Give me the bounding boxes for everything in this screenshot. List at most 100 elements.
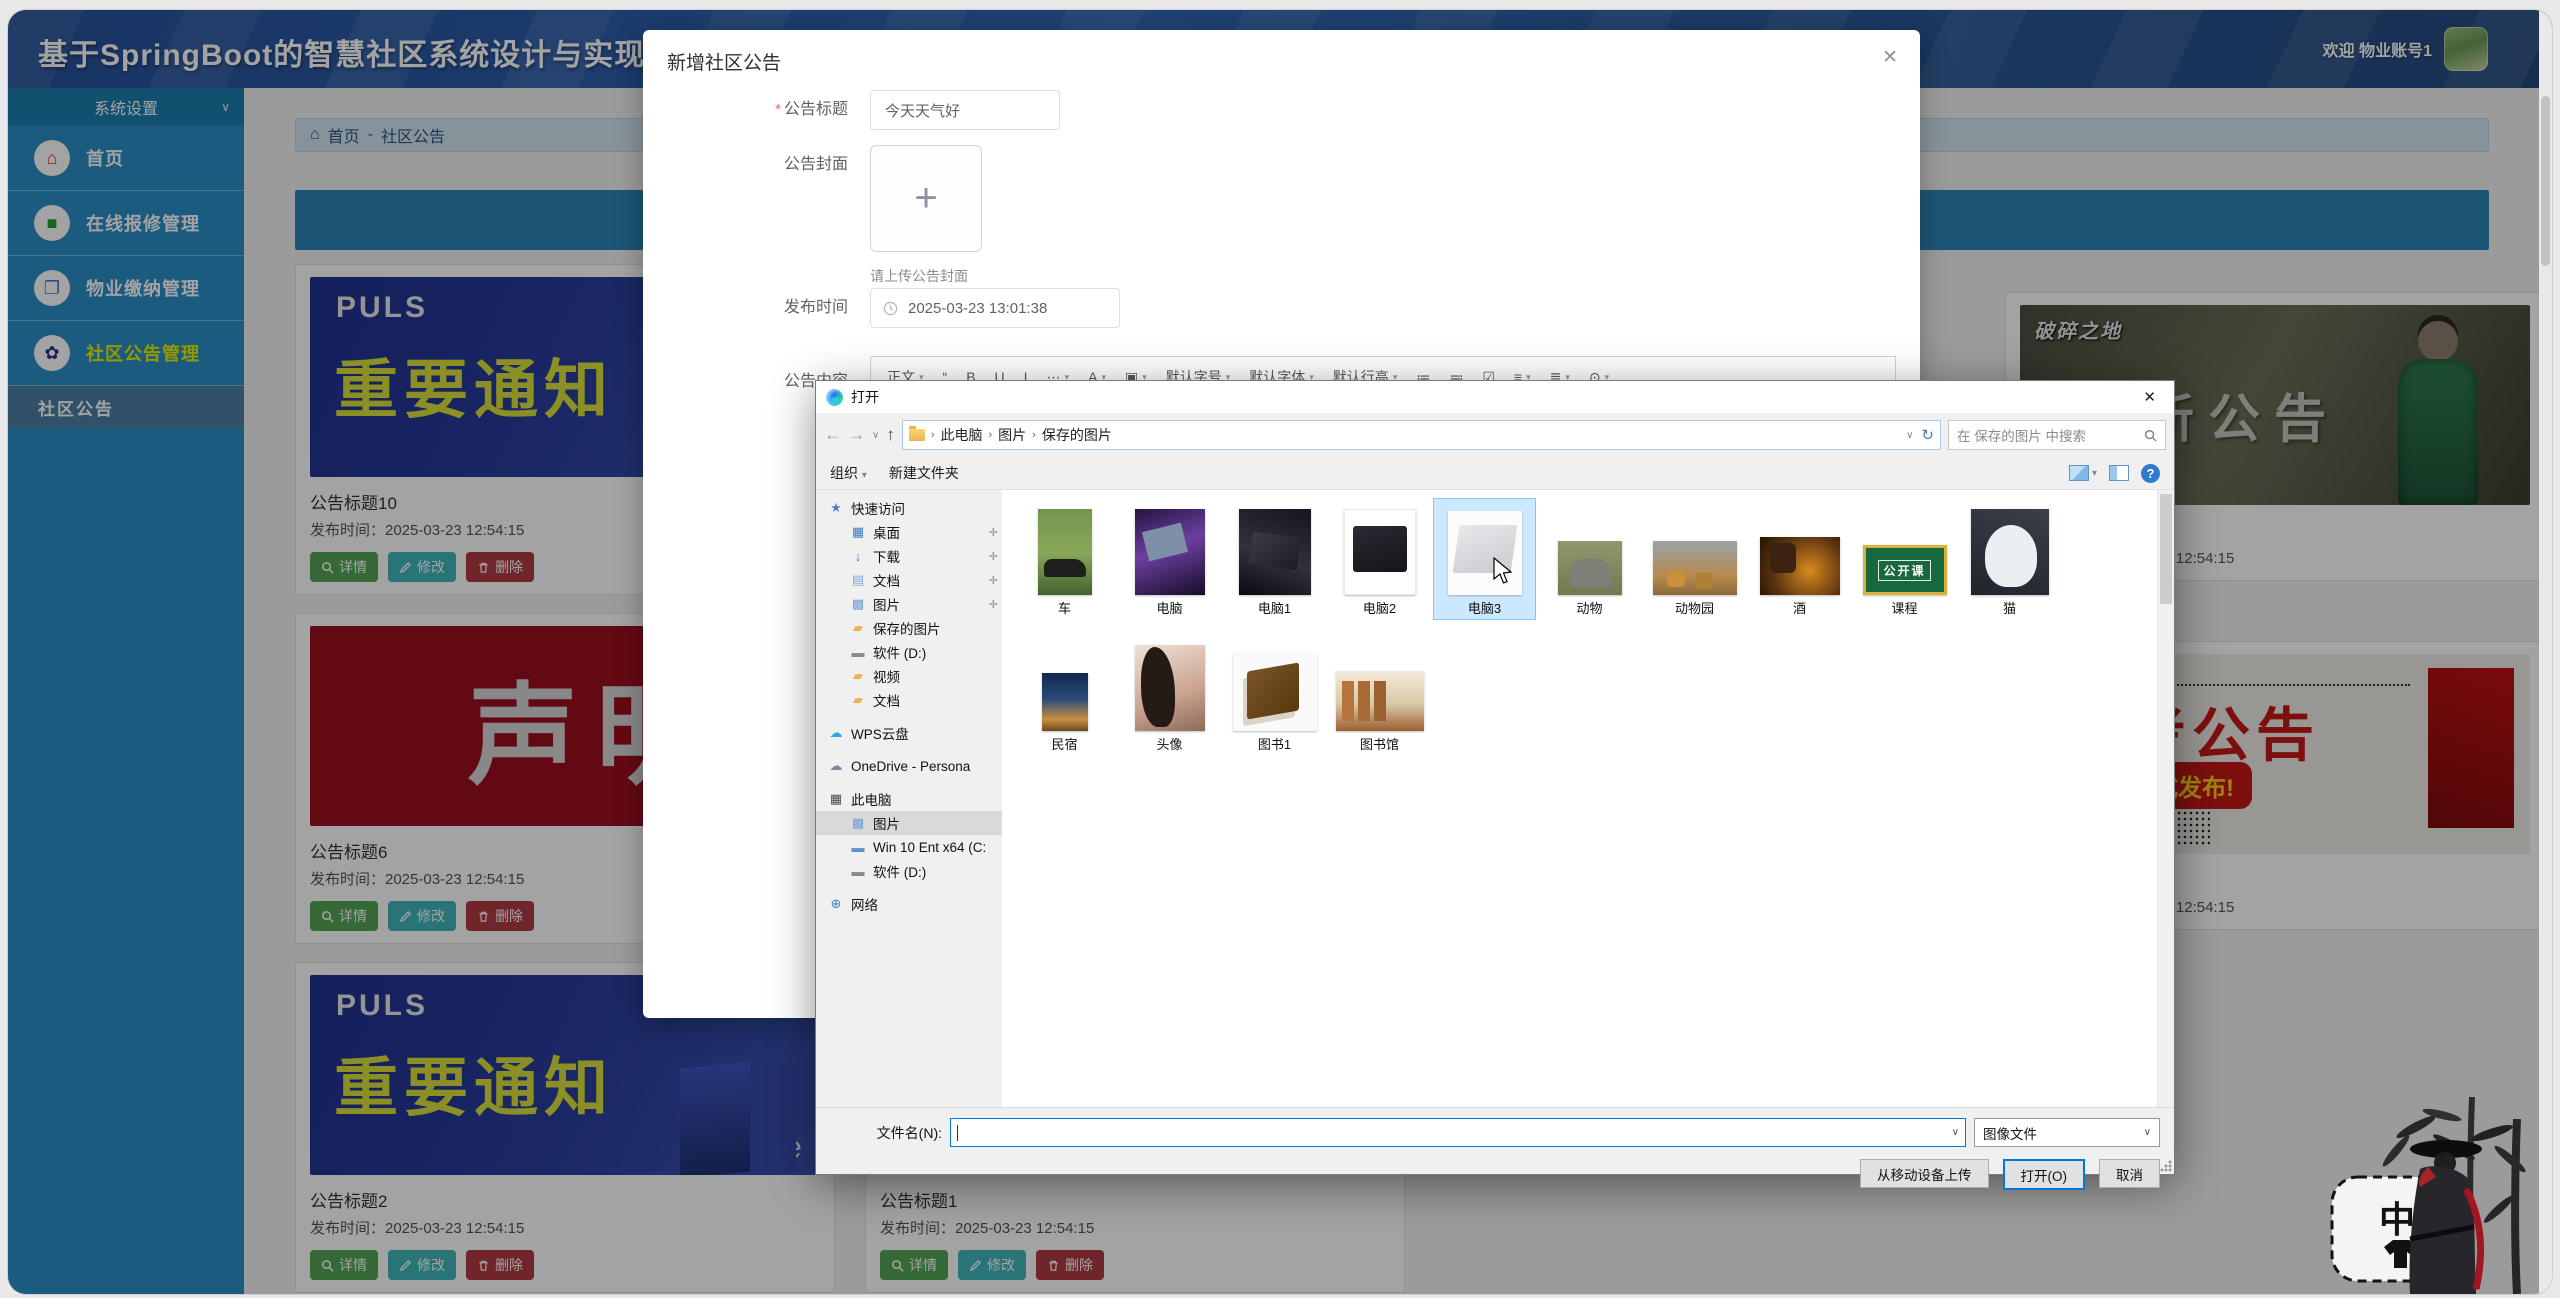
cloud-onedrive-icon: ☁ <box>828 758 844 774</box>
text-caret <box>957 1125 958 1141</box>
file-item[interactable]: 民宿 <box>1013 634 1116 756</box>
dialog-sidebar-item-desktop[interactable]: ▦ 桌面 ✛ <box>816 520 1002 544</box>
pin-icon: ✛ <box>989 574 998 587</box>
dialog-sidebar-item-pictures[interactable]: ▩ 图片 <box>816 811 1002 835</box>
dialog-sidebar-item-network[interactable]: ⊕ 网络 <box>816 892 1002 916</box>
file-thumbnail <box>1135 645 1205 731</box>
filename-label: 文件名(N): <box>830 1123 942 1143</box>
cancel-button[interactable]: 取消 <box>2099 1159 2160 1188</box>
file-item[interactable]: 酒 <box>1748 498 1851 620</box>
close-icon[interactable]: ✕ <box>1882 46 1898 69</box>
file-item[interactable]: 图书1 <box>1223 634 1326 756</box>
dialog-sidebar-item-drive[interactable]: ▬ 软件 (D:) <box>816 640 1002 664</box>
resize-grip[interactable] <box>2160 1160 2172 1172</box>
dialog-sidebar-item-star[interactable]: ★ 快速访问 <box>816 496 1002 520</box>
drive-windows-icon: ▬ <box>850 840 866 855</box>
cover-upload-hint: 请上传公告封面 <box>870 266 982 286</box>
thumbnails-view-icon <box>2069 465 2089 481</box>
dialog-sidebar-item-computer[interactable]: ▦ 此电脑 <box>816 787 1002 811</box>
file-name: 电脑1 <box>1256 595 1293 619</box>
file-item[interactable]: 电脑2 <box>1328 498 1431 620</box>
view-mode-button[interactable]: ▾ <box>2069 465 2097 481</box>
desktop-icon: ▦ <box>850 524 866 540</box>
upload-from-device-button[interactable]: 从移动设备上传 <box>1860 1159 1989 1188</box>
browser-icon <box>826 389 843 406</box>
file-item[interactable]: 头像 <box>1118 634 1221 756</box>
address-caret-icon[interactable]: ∨ <box>1906 430 1913 441</box>
file-item[interactable]: 电脑 <box>1118 498 1221 620</box>
back-icon[interactable]: ← <box>824 425 841 445</box>
file-name: 车 <box>1056 595 1073 619</box>
dialog-sidebar-item-folder[interactable]: ▰ 视频 <box>816 664 1002 688</box>
path-segment[interactable]: 此电脑 <box>941 425 983 445</box>
open-button[interactable]: 打开(O) <box>2003 1159 2086 1190</box>
file-item[interactable]: 图书馆 <box>1328 634 1431 756</box>
file-item[interactable]: 电脑1 <box>1223 498 1326 620</box>
file-name: 头像 <box>1154 731 1184 755</box>
path-segment[interactable]: 保存的图片 <box>1042 425 1112 445</box>
file-grid-scrollbar[interactable] <box>2157 490 2174 1107</box>
announcement-title-input[interactable]: 今天天气好 <box>870 90 1060 130</box>
dialog-sidebar-item-folder[interactable]: ▰ 保存的图片 <box>816 616 1002 640</box>
folder-icon: ▰ <box>850 668 866 684</box>
file-open-dialog: 打开 ✕ ← → ∨ ↑ › 此电脑›图片›保存的图片 ∨ ↻ 在 保存的图片 … <box>815 380 2175 1175</box>
file-item[interactable]: 电脑3 <box>1433 498 1536 620</box>
document-icon: ▤ <box>850 572 866 588</box>
file-thumbnail <box>1558 541 1622 595</box>
file-name: 电脑2 <box>1361 595 1398 619</box>
folder-icon <box>909 429 925 441</box>
cover-field-label: 公告封面 <box>643 145 848 185</box>
dialog-sidebar-item-cloud-wps[interactable]: ☁ WPS云盘 <box>816 721 1002 745</box>
file-item[interactable]: 动物园 <box>1643 498 1746 620</box>
dialog-sidebar-item-pictures[interactable]: ▩ 图片 ✛ <box>816 592 1002 616</box>
filetype-dropdown-icon: ∨ <box>2144 1127 2151 1138</box>
drive-icon: ▬ <box>850 645 866 660</box>
dialog-sidebar-item-folder[interactable]: ▰ 文档 <box>816 688 1002 712</box>
search-input[interactable]: 在 保存的图片 中搜索 <box>1948 420 2166 450</box>
file-name: 动物园 <box>1673 595 1716 619</box>
file-thumbnail <box>1760 537 1840 595</box>
path-segment[interactable]: 图片 <box>998 425 1026 445</box>
ink-widget[interactable]: 中 <box>2324 1089 2542 1294</box>
file-item[interactable]: 动物 <box>1538 498 1641 620</box>
new-folder-button[interactable]: 新建文件夹 <box>889 463 959 483</box>
dialog-sidebar-item-document[interactable]: ▤ 文档 ✛ <box>816 568 1002 592</box>
file-thumbnail <box>1971 509 2049 595</box>
forward-icon[interactable]: → <box>848 425 865 445</box>
clock-icon <box>883 301 898 316</box>
file-name: 民宿 <box>1049 731 1079 755</box>
filetype-select[interactable]: 图像文件 ∨ <box>1974 1118 2160 1147</box>
dialog-close-icon[interactable]: ✕ <box>2135 388 2164 406</box>
pin-icon: ✛ <box>989 598 998 611</box>
dialog-sidebar-item-download[interactable]: ↓ 下载 ✛ <box>816 544 1002 568</box>
cover-field-row: 公告封面 + 请上传公告封面 <box>643 145 982 286</box>
address-path: 此电脑›图片›保存的图片 <box>941 425 1112 445</box>
download-icon: ↓ <box>850 549 866 564</box>
file-thumbnail <box>1042 673 1088 731</box>
file-item[interactable]: 车 <box>1013 498 1116 620</box>
publish-time-input[interactable]: 2025-03-23 13:01:38 <box>870 288 1120 328</box>
filename-input[interactable]: ∨ <box>950 1118 1966 1147</box>
help-icon[interactable]: ? <box>2141 464 2160 483</box>
address-bar[interactable]: › 此电脑›图片›保存的图片 ∨ ↻ <box>902 420 1941 450</box>
dialog-titlebar[interactable]: 打开 ✕ <box>816 381 2174 413</box>
file-item[interactable]: 公开课 课程 <box>1853 498 1956 620</box>
dialog-toolbar: 组织 ▾ 新建文件夹 ▾ ? <box>816 457 2174 490</box>
dialog-sidebar-item-drive-windows[interactable]: ▬ Win 10 Ent x64 (C: <box>816 835 1002 859</box>
dialog-sidebar-item-cloud-onedrive[interactable]: ☁ OneDrive - Persona <box>816 754 1002 778</box>
organize-button[interactable]: 组织 ▾ <box>830 463 867 483</box>
thumbnail-text: 公开课 <box>1878 560 1930 581</box>
preview-pane-icon[interactable] <box>2109 465 2129 481</box>
refresh-icon[interactable]: ↻ <box>1921 426 1934 444</box>
scrollbar-thumb[interactable] <box>2541 96 2550 266</box>
filename-dropdown-icon[interactable]: ∨ <box>1952 1127 1959 1138</box>
cover-upload-button[interactable]: + <box>870 145 982 252</box>
history-caret-icon[interactable]: ∨ <box>872 430 879 441</box>
file-name: 电脑3 <box>1466 595 1503 619</box>
network-icon: ⊕ <box>828 896 844 912</box>
file-item[interactable]: 猫 <box>1958 498 2061 620</box>
up-icon[interactable]: ↑ <box>886 425 895 445</box>
dialog-sidebar-item-drive[interactable]: ▬ 软件 (D:) <box>816 859 1002 883</box>
file-thumbnail <box>1038 509 1092 595</box>
folder-icon: ▰ <box>850 620 866 636</box>
